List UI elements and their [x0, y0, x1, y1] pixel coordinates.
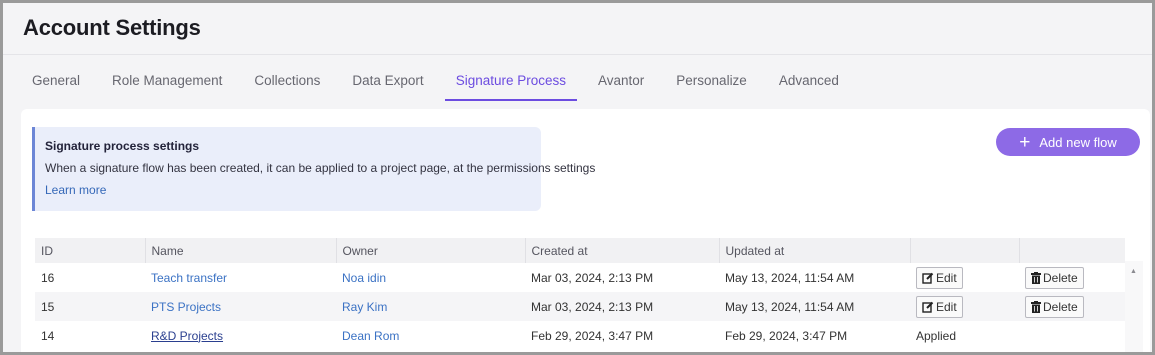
- column-header-owner: Owner: [336, 238, 526, 263]
- tab-role-management[interactable]: Role Management: [101, 59, 233, 101]
- info-title: Signature process settings: [45, 139, 200, 153]
- table-header-row: ID Name Owner Created at Updated at: [35, 238, 1125, 263]
- column-header-id: ID: [35, 238, 146, 263]
- tab-advanced[interactable]: Advanced: [768, 59, 850, 101]
- column-header-delete: [1019, 238, 1125, 263]
- add-new-flow-button[interactable]: + Add new flow: [996, 128, 1140, 156]
- cell-id: 16: [35, 263, 145, 292]
- trash-icon: [1031, 300, 1041, 313]
- tab-general[interactable]: General: [21, 59, 91, 101]
- cell-updated-at: May 13, 2024, 11:54 AM: [719, 292, 910, 321]
- learn-more-link[interactable]: Learn more: [45, 183, 106, 197]
- info-box: Signature process settings When a signat…: [32, 127, 595, 211]
- column-header-edit: [910, 238, 1020, 263]
- vertical-scrollbar[interactable]: ▲: [1125, 261, 1143, 352]
- edit-icon: [922, 272, 934, 284]
- table-row: 14 R&D Projects Dean Rom Feb 29, 2024, 3…: [35, 321, 1125, 350]
- flows-table: ID Name Owner Created at Updated at 16 T…: [35, 238, 1125, 350]
- plus-icon: +: [1019, 131, 1031, 153]
- cell-created-at: Mar 03, 2024, 2:13 PM: [525, 263, 719, 292]
- cell-updated-at: Feb 29, 2024, 3:47 PM: [719, 321, 910, 350]
- tab-personalize[interactable]: Personalize: [665, 59, 758, 101]
- owner-link[interactable]: Noa idin: [342, 271, 386, 285]
- tab-data-export[interactable]: Data Export: [341, 59, 434, 101]
- delete-label: Delete: [1043, 270, 1078, 285]
- cell-id: 14: [35, 321, 145, 350]
- edit-button[interactable]: Edit: [916, 266, 963, 289]
- content-card: Signature process settings When a signat…: [21, 109, 1150, 352]
- info-description: When a signature flow has been created, …: [45, 161, 596, 175]
- delete-button[interactable]: Delete: [1025, 266, 1084, 289]
- edit-button[interactable]: Edit: [916, 295, 963, 318]
- trash-icon: [1031, 271, 1041, 284]
- add-new-flow-label: Add new flow: [1039, 134, 1117, 150]
- tab-avantor[interactable]: Avantor: [587, 59, 655, 101]
- scroll-up-icon[interactable]: ▲: [1130, 268, 1137, 275]
- owner-link[interactable]: Dean Rom: [342, 329, 399, 343]
- cell-updated-at: May 13, 2024, 11:54 AM: [719, 263, 910, 292]
- owner-link[interactable]: Ray Kim: [342, 300, 387, 314]
- delete-label: Delete: [1043, 299, 1078, 314]
- column-header-created-at: Created at: [525, 238, 720, 263]
- column-header-name: Name: [145, 238, 337, 263]
- flow-name-link[interactable]: R&D Projects: [151, 329, 223, 343]
- page-title: Account Settings: [23, 15, 201, 40]
- edit-label: Edit: [936, 299, 957, 314]
- cell-id: 15: [35, 292, 145, 321]
- flow-name-link[interactable]: PTS Projects: [151, 300, 221, 314]
- cell-created-at: Mar 03, 2024, 2:13 PM: [525, 292, 719, 321]
- header: Account Settings: [3, 3, 1152, 55]
- flow-name-link[interactable]: Teach transfer: [151, 271, 227, 285]
- tab-bar: General Role Management Collections Data…: [21, 59, 860, 101]
- cell-status: Applied: [910, 321, 1019, 350]
- edit-icon: [922, 301, 934, 313]
- table-row: 16 Teach transfer Noa idin Mar 03, 2024,…: [35, 263, 1125, 292]
- cell-empty: [1019, 321, 1125, 350]
- delete-button[interactable]: Delete: [1025, 295, 1084, 318]
- settings-window: Account Settings General Role Management…: [0, 0, 1155, 355]
- cell-created-at: Feb 29, 2024, 3:47 PM: [525, 321, 719, 350]
- column-header-updated-at: Updated at: [719, 238, 911, 263]
- table-row: 15 PTS Projects Ray Kim Mar 03, 2024, 2:…: [35, 292, 1125, 321]
- tab-signature-process[interactable]: Signature Process: [444, 59, 577, 101]
- tab-collections[interactable]: Collections: [243, 59, 331, 101]
- edit-label: Edit: [936, 270, 957, 285]
